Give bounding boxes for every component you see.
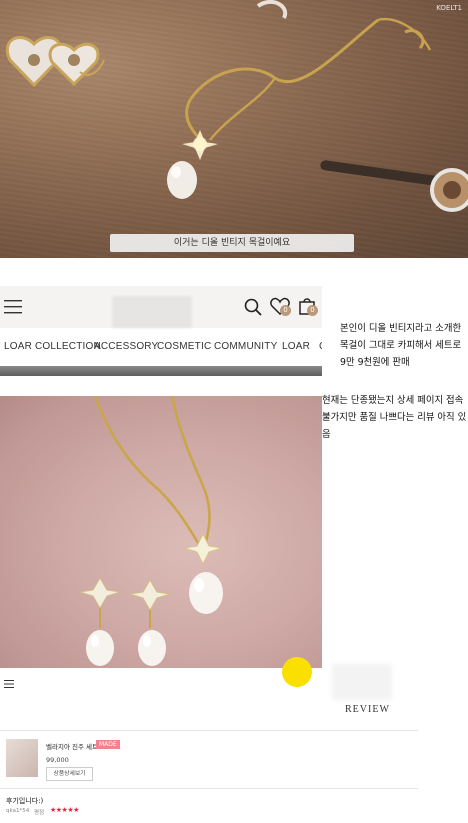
product-photo [0,396,322,668]
video-watermark: KOELT1 [436,4,462,12]
made-badge: MADE [96,740,120,749]
right-earring [129,579,171,666]
heart-earrings-image [5,35,105,88]
caption-line-1: 본인이 디올 빈티지라고 소개한 [340,323,462,334]
necklace-pendant [183,532,223,614]
review-tab[interactable]: REVIEW [345,704,390,715]
caption-line-6: 음 [322,429,331,440]
product-thumbnail[interactable] [6,739,38,777]
caption-line-2: 목걸이 그대로 카피해서 세트로 [340,340,462,351]
nav-cosmetic[interactable]: COSMETIC [157,341,211,352]
blurred-logo-area [332,664,392,700]
video-subtitle: 이거는 디올 빈티지 목걸이예요 [110,234,354,252]
nav-community[interactable]: COMMUNITY [214,341,277,352]
cart-count-badge: 0 [307,305,318,316]
search-icon[interactable] [244,298,262,316]
kakao-chat-button[interactable] [282,657,312,687]
reviewer-id: qka1*54 [6,808,30,814]
nav-loar[interactable]: LOAR [282,341,310,352]
video-frame: KOELT1 [0,0,468,258]
rating-stars: ★★★★★ [50,806,79,814]
wishlist-count-badge: 0 [280,305,291,316]
review-title[interactable]: 후기입니다:) [6,796,43,806]
divider [0,788,418,789]
product-detail-button[interactable]: 상품상세보기 [46,767,93,781]
nav-accessory[interactable]: ACCESSORY [94,341,158,352]
menu-icon[interactable] [4,680,14,688]
caption-line-4: 현재는 단종됐는지 상세 페이지 접속 [322,395,464,406]
pearl-image [167,161,197,199]
nav-shadow-bar [0,366,322,376]
caption-line-3: 9만 9천원에 판매 [340,357,410,368]
cart-button[interactable]: 0 [298,297,320,319]
jewelry-scene [5,0,468,212]
caption-line-5: 불가지만 품질 나쁘다는 리뷰 아직 있 [322,412,467,423]
store-logo-blurred [112,296,192,328]
brooch-image [320,160,468,212]
crystal-flower-pendant [182,130,218,160]
divider [0,730,418,731]
rating-label: 평점 [34,810,45,816]
hamburger-menu-icon[interactable] [4,300,22,314]
nav-loar-collection[interactable]: LOAR COLLECTION [4,341,101,352]
product-name[interactable]: 벨라지아 진주 세트 [46,741,98,751]
product-price: 99,000 [46,756,69,764]
wishlist-button[interactable]: 0 [270,297,292,319]
pearl-necklace-set-image [79,396,223,666]
left-earring [79,577,121,666]
nav-cut-off[interactable]: C [319,341,322,352]
